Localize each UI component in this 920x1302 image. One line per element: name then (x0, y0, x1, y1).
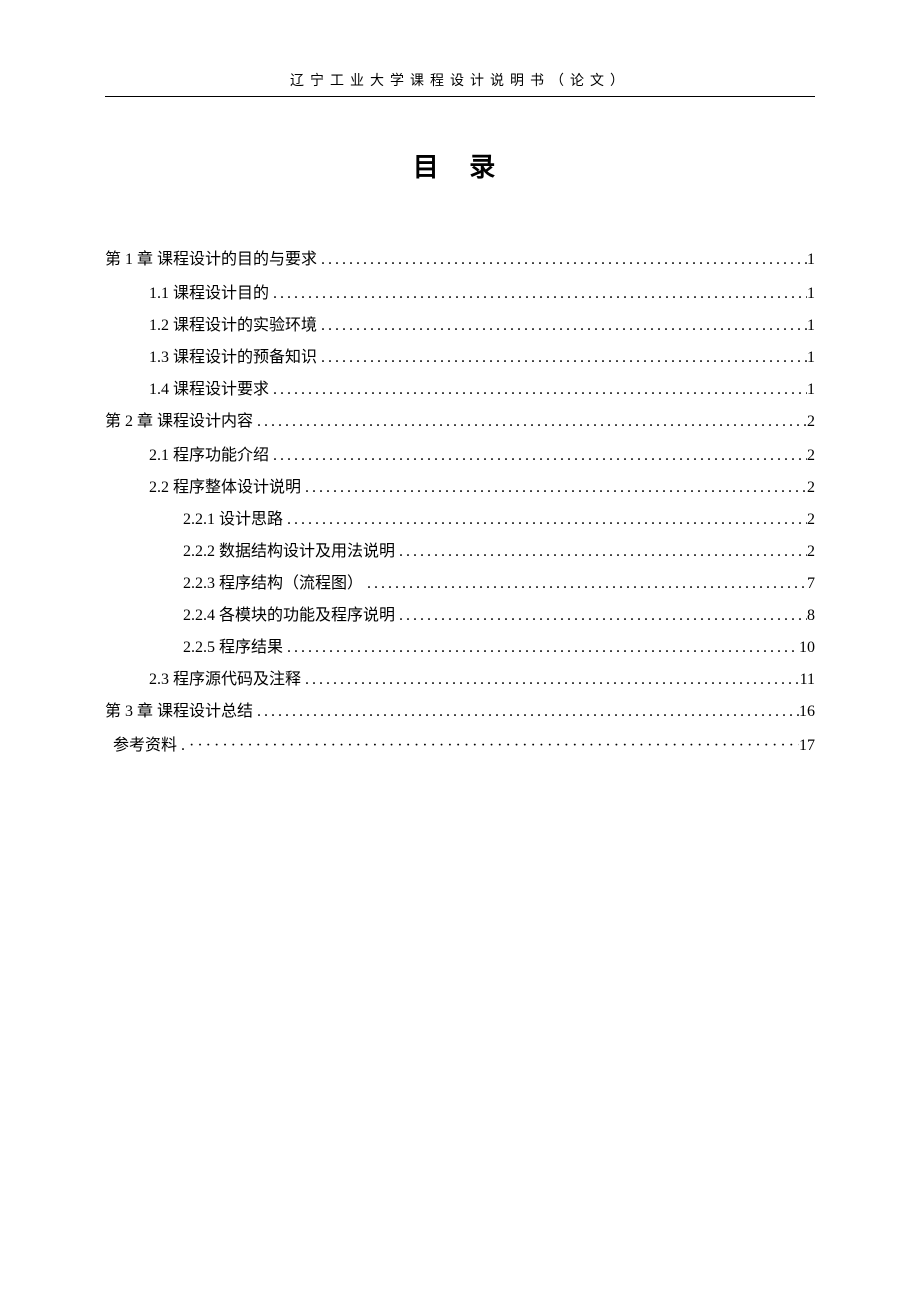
toc-entry-label: 2.2.3 程序结构（流程图） (183, 572, 363, 596)
toc-entry-label: 2.2.4 各模块的功能及程序说明 (183, 604, 395, 628)
toc-leader-dots (317, 346, 807, 370)
toc-entry: 1.1 课程设计目的 1 (105, 282, 815, 306)
toc-entry: 2.2 程序整体设计说明 2 (105, 476, 815, 500)
toc-entry: 2.2.1 设计思路 2 (105, 508, 815, 532)
header-rule (105, 96, 815, 97)
toc-leader-dots (283, 636, 799, 660)
toc-leader-dots (253, 700, 799, 724)
toc-entry: 第 3 章 课程设计总结 16 (105, 700, 815, 724)
toc-entry-label: 1.2 课程设计的实验环境 (149, 314, 317, 338)
toc-entry-page: 16 (799, 700, 815, 724)
toc-entry-page: 1 (807, 346, 815, 370)
toc-entry: 2.2.4 各模块的功能及程序说明 8 (105, 604, 815, 628)
toc-leader-dots (185, 734, 799, 758)
toc-leader-dots (317, 314, 807, 338)
toc-entry-page: 2 (807, 410, 815, 434)
toc-leader-dots (253, 410, 807, 434)
toc-entry-page: 2 (807, 476, 815, 500)
toc-leader-dots (269, 378, 807, 402)
toc-entry-page: 2 (807, 540, 815, 564)
toc-entry-label: 2.2.1 设计思路 (183, 508, 283, 532)
toc-entry-page: 8 (807, 604, 815, 628)
toc-entry: 2.2.2 数据结构设计及用法说明 2 (105, 540, 815, 564)
toc-entry-page: 2 (807, 444, 815, 468)
toc-entry-label: 1.1 课程设计目的 (149, 282, 269, 306)
toc-entry-label: 第 2 章 课程设计内容 (105, 410, 253, 434)
toc-leader-dots (395, 540, 807, 564)
toc-entry-page: 1 (807, 378, 815, 402)
toc-leader-dots (283, 508, 807, 532)
toc-entry-page: 1 (807, 282, 815, 306)
toc-entry-page: 1 (807, 314, 815, 338)
page: 辽宁工业大学课程设计说明书（论文） 目 录 第 1 章 课程设计的目的与要求11… (0, 0, 920, 758)
toc-list: 第 1 章 课程设计的目的与要求11.1 课程设计目的11.2 课程设计的实验环… (105, 248, 815, 758)
toc-entry: 2.3 程序源代码及注释 11 (105, 668, 815, 692)
toc-leader-dots (269, 444, 807, 468)
toc-entry-label: 2.2.2 数据结构设计及用法说明 (183, 540, 395, 564)
toc-leader-dots (317, 248, 807, 272)
toc-entry: 2.2.3 程序结构（流程图） 7 (105, 572, 815, 596)
toc-entry-label: 1.4 课程设计要求 (149, 378, 269, 402)
toc-entry-page: 17 (799, 734, 815, 758)
toc-entry-label: 第 3 章 课程设计总结 (105, 700, 253, 724)
toc-entry-page: 1 (807, 248, 815, 272)
toc-entry-label: 1.3 课程设计的预备知识 (149, 346, 317, 370)
toc-leader-dots (363, 572, 807, 596)
toc-entry: 第 1 章 课程设计的目的与要求 1 (105, 248, 815, 272)
toc-entry-page: 2 (807, 508, 815, 532)
toc-entry: 1.3 课程设计的预备知识 1 (105, 346, 815, 370)
toc-entry: 第 2 章 课程设计内容 2 (105, 410, 815, 434)
toc-entry-page: 10 (799, 636, 815, 660)
toc-entry: 2.1 程序功能介绍 2 (105, 444, 815, 468)
toc-leader-dots (301, 476, 807, 500)
toc-entry-page: 11 (800, 668, 815, 692)
toc-leader-dots (269, 282, 807, 306)
toc-entry-label: 参考资料 . (113, 734, 185, 758)
toc-entry-label: 2.3 程序源代码及注释 (149, 668, 301, 692)
running-header: 辽宁工业大学课程设计说明书（论文） (105, 70, 815, 96)
toc-entry: 参考资料 . 17 (105, 734, 815, 758)
toc-entry-label: 2.1 程序功能介绍 (149, 444, 269, 468)
toc-entry-label: 2.2 程序整体设计说明 (149, 476, 301, 500)
toc-leader-dots (395, 604, 807, 628)
toc-leader-dots (301, 668, 800, 692)
toc-entry-label: 第 1 章 课程设计的目的与要求 (105, 248, 317, 272)
toc-entry-label: 2.2.5 程序结果 (183, 636, 283, 660)
toc-entry-page: 7 (807, 572, 815, 596)
toc-title: 目 录 (105, 147, 815, 184)
toc-entry: 2.2.5 程序结果 10 (105, 636, 815, 660)
toc-entry: 1.4 课程设计要求 1 (105, 378, 815, 402)
toc-entry: 1.2 课程设计的实验环境 1 (105, 314, 815, 338)
